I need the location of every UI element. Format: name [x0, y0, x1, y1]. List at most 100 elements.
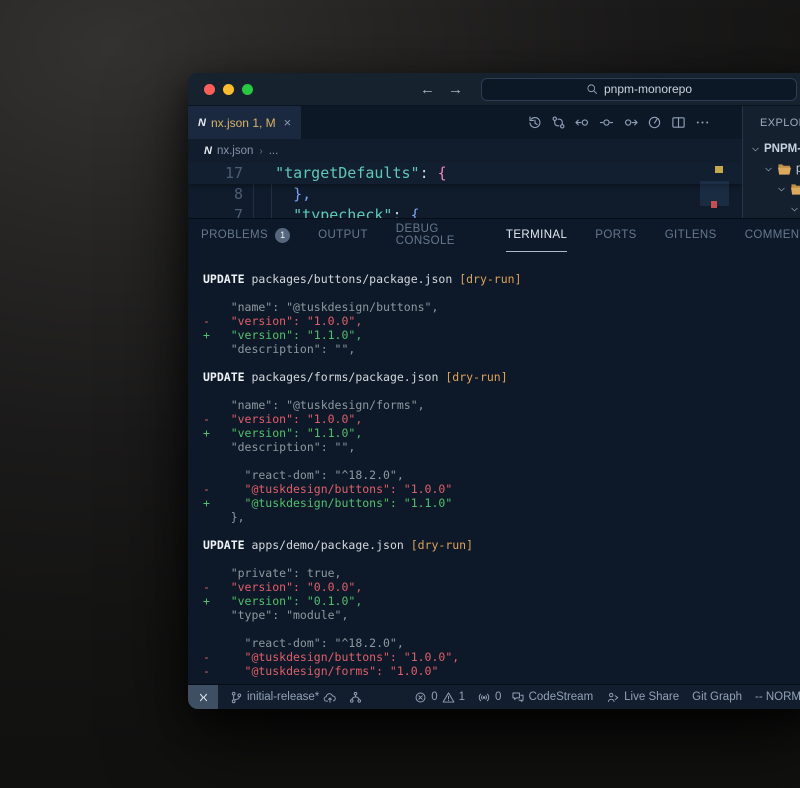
- tab-badge: 1, M: [252, 116, 275, 130]
- minimap-modified-mark: [715, 166, 723, 173]
- token: "targetDefaults": [275, 164, 420, 182]
- terminal-line: - "version": "1.0.0",: [203, 314, 800, 328]
- open-change-icon[interactable]: [599, 115, 614, 130]
- close-tab-icon[interactable]: ×: [284, 115, 292, 130]
- next-change-icon[interactable]: [623, 115, 638, 130]
- panel-tab-debug-console[interactable]: DEBUG CONSOLE: [396, 219, 478, 252]
- zoom-window-button[interactable]: [242, 84, 253, 95]
- terminal-line: "name": "@tuskdesign/buttons",: [203, 300, 800, 314]
- source-control-icon: [349, 691, 362, 704]
- panel-tab-label: PORTS: [595, 229, 636, 241]
- package-path: apps/demo/package.json: [245, 538, 411, 552]
- panel-tab-comments[interactable]: COMMENTS: [745, 219, 800, 252]
- panel-tab-output[interactable]: OUTPUT: [318, 219, 368, 252]
- git-branch-label: initial-release*: [247, 691, 319, 703]
- back-button[interactable]: ←: [420, 82, 435, 97]
- live-share[interactable]: Live Share: [606, 691, 679, 704]
- minimize-window-button[interactable]: [223, 84, 234, 95]
- terminal-line: + "version": "1.1.0",: [203, 426, 800, 440]
- indent-guide: [271, 184, 272, 218]
- statusbar: initial-release* 01 0 CodeStream Live Share…: [188, 684, 800, 709]
- broadcast-icon: [477, 691, 491, 704]
- breadcrumb[interactable]: N nx.json › ...: [188, 139, 742, 163]
- split-editor-icon[interactable]: [671, 115, 686, 130]
- token: {: [411, 206, 420, 218]
- diff-deletion: - "version": "1.0.0",: [203, 314, 362, 328]
- titlebar: ← → pnpm-monorepo: [188, 73, 800, 106]
- previous-change-icon[interactable]: [575, 115, 590, 130]
- git-compare-icon[interactable]: [551, 115, 566, 130]
- remote-indicator[interactable]: [188, 685, 218, 709]
- terminal-line: "description": "",: [203, 342, 800, 356]
- explorer-header[interactable]: EXPLOR: [743, 106, 800, 139]
- diff-context: },: [203, 510, 245, 524]
- sidebar-item[interactable]: [743, 199, 800, 218]
- error-icon: [414, 691, 427, 704]
- terminal-line: UPDATE packages/forms/package.json [dry-…: [203, 370, 800, 384]
- codestream[interactable]: CodeStream: [511, 691, 594, 704]
- dry-run-label: [dry-run]: [459, 272, 521, 286]
- sidebar-item[interactable]: [743, 179, 800, 199]
- update-label: UPDATE: [203, 370, 245, 384]
- tab-nx-json[interactable]: N nx.json 1, M ×: [188, 106, 301, 139]
- diff-context: "react-dom": "^18.2.0",: [203, 636, 404, 650]
- panel-tab-label: OUTPUT: [318, 229, 368, 241]
- token: [257, 206, 293, 218]
- forward-button[interactable]: →: [448, 82, 463, 97]
- terminal[interactable]: UPDATE packages/buttons/package.json [dr…: [188, 252, 800, 684]
- terminal-line: [203, 356, 800, 370]
- token: :: [392, 206, 410, 218]
- source-control[interactable]: [349, 691, 362, 704]
- terminal-line: UPDATE packages/buttons/package.json [dr…: [203, 272, 800, 286]
- diff-deletion: - "@tuskdesign/buttons": "1.0.0",: [203, 650, 459, 664]
- explorer-sidebar: EXPLOR PNPM-Mp: [742, 106, 800, 218]
- sidebar-item[interactable]: p: [743, 159, 800, 179]
- panel-tabbar: PROBLEMS1 OUTPUT DEBUG CONSOLE TERMINAL PORT…: [188, 219, 800, 252]
- gitlens-icon[interactable]: [647, 115, 662, 130]
- diff-context: "private": true,: [203, 566, 341, 580]
- ports-forwarded[interactable]: 0: [477, 691, 501, 704]
- minimap[interactable]: [700, 163, 729, 218]
- problems-count-badge: 1: [275, 228, 290, 243]
- chevron-down-icon: [751, 145, 760, 154]
- panel-tab-gitlens[interactable]: GITLENS: [665, 219, 717, 252]
- terminal-line: - "@tuskdesign/buttons": "1.0.0",: [203, 650, 800, 664]
- history-icon[interactable]: [527, 115, 542, 130]
- terminal-line: "description": "",: [203, 440, 800, 454]
- panel-tab-ports[interactable]: PORTS: [595, 219, 636, 252]
- problems-summary[interactable]: 01: [414, 691, 465, 704]
- breadcrumb-file[interactable]: nx.json: [217, 145, 253, 157]
- panel-tab-terminal[interactable]: TERMINAL: [506, 219, 567, 252]
- sidebar-item[interactable]: PNPM-M: [743, 139, 800, 159]
- git-graph[interactable]: Git Graph: [692, 691, 742, 703]
- diff-deletion: - "@tuskdesign/buttons": "1.0.0": [203, 482, 452, 496]
- more-icon[interactable]: [695, 115, 710, 130]
- search-value: pnpm-monorepo: [604, 82, 692, 96]
- token: "typecheck": [293, 206, 392, 218]
- panel-tab-label: GITLENS: [665, 229, 717, 241]
- panel-tab-problems[interactable]: PROBLEMS1: [201, 219, 290, 252]
- diff-context: "description": "",: [203, 440, 355, 454]
- diff-deletion: - "version": "0.0.0",: [203, 580, 362, 594]
- folder-icon: [790, 183, 800, 196]
- breadcrumb-rest[interactable]: ...: [269, 145, 279, 157]
- chevron-down-icon: [764, 165, 773, 174]
- diff-addition: + "version": "0.1.0",: [203, 594, 362, 608]
- chevron-down-icon: [777, 185, 786, 194]
- vim-mode[interactable]: -- NORM: [755, 691, 800, 703]
- terminal-line: },: [203, 510, 800, 524]
- editor[interactable]: 17 "targetDefaults": {8 },7 "typecheck":…: [188, 163, 742, 218]
- git-branch[interactable]: initial-release*: [230, 691, 337, 704]
- token: [257, 164, 275, 182]
- liveshare-icon: [606, 691, 620, 704]
- panel-tab-label: DEBUG CONSOLE: [396, 223, 478, 247]
- terminal-line: [203, 552, 800, 566]
- minimap-deleted-mark: [711, 201, 717, 208]
- command-center-search[interactable]: pnpm-monorepo: [481, 78, 797, 101]
- nx-icon: N: [198, 117, 205, 129]
- close-window-button[interactable]: [204, 84, 215, 95]
- diff-addition: + "@tuskdesign/buttons": "1.1.0": [203, 496, 452, 510]
- token: {: [438, 164, 447, 182]
- dry-run-label: [dry-run]: [411, 538, 473, 552]
- terminal-line: "private": true,: [203, 566, 800, 580]
